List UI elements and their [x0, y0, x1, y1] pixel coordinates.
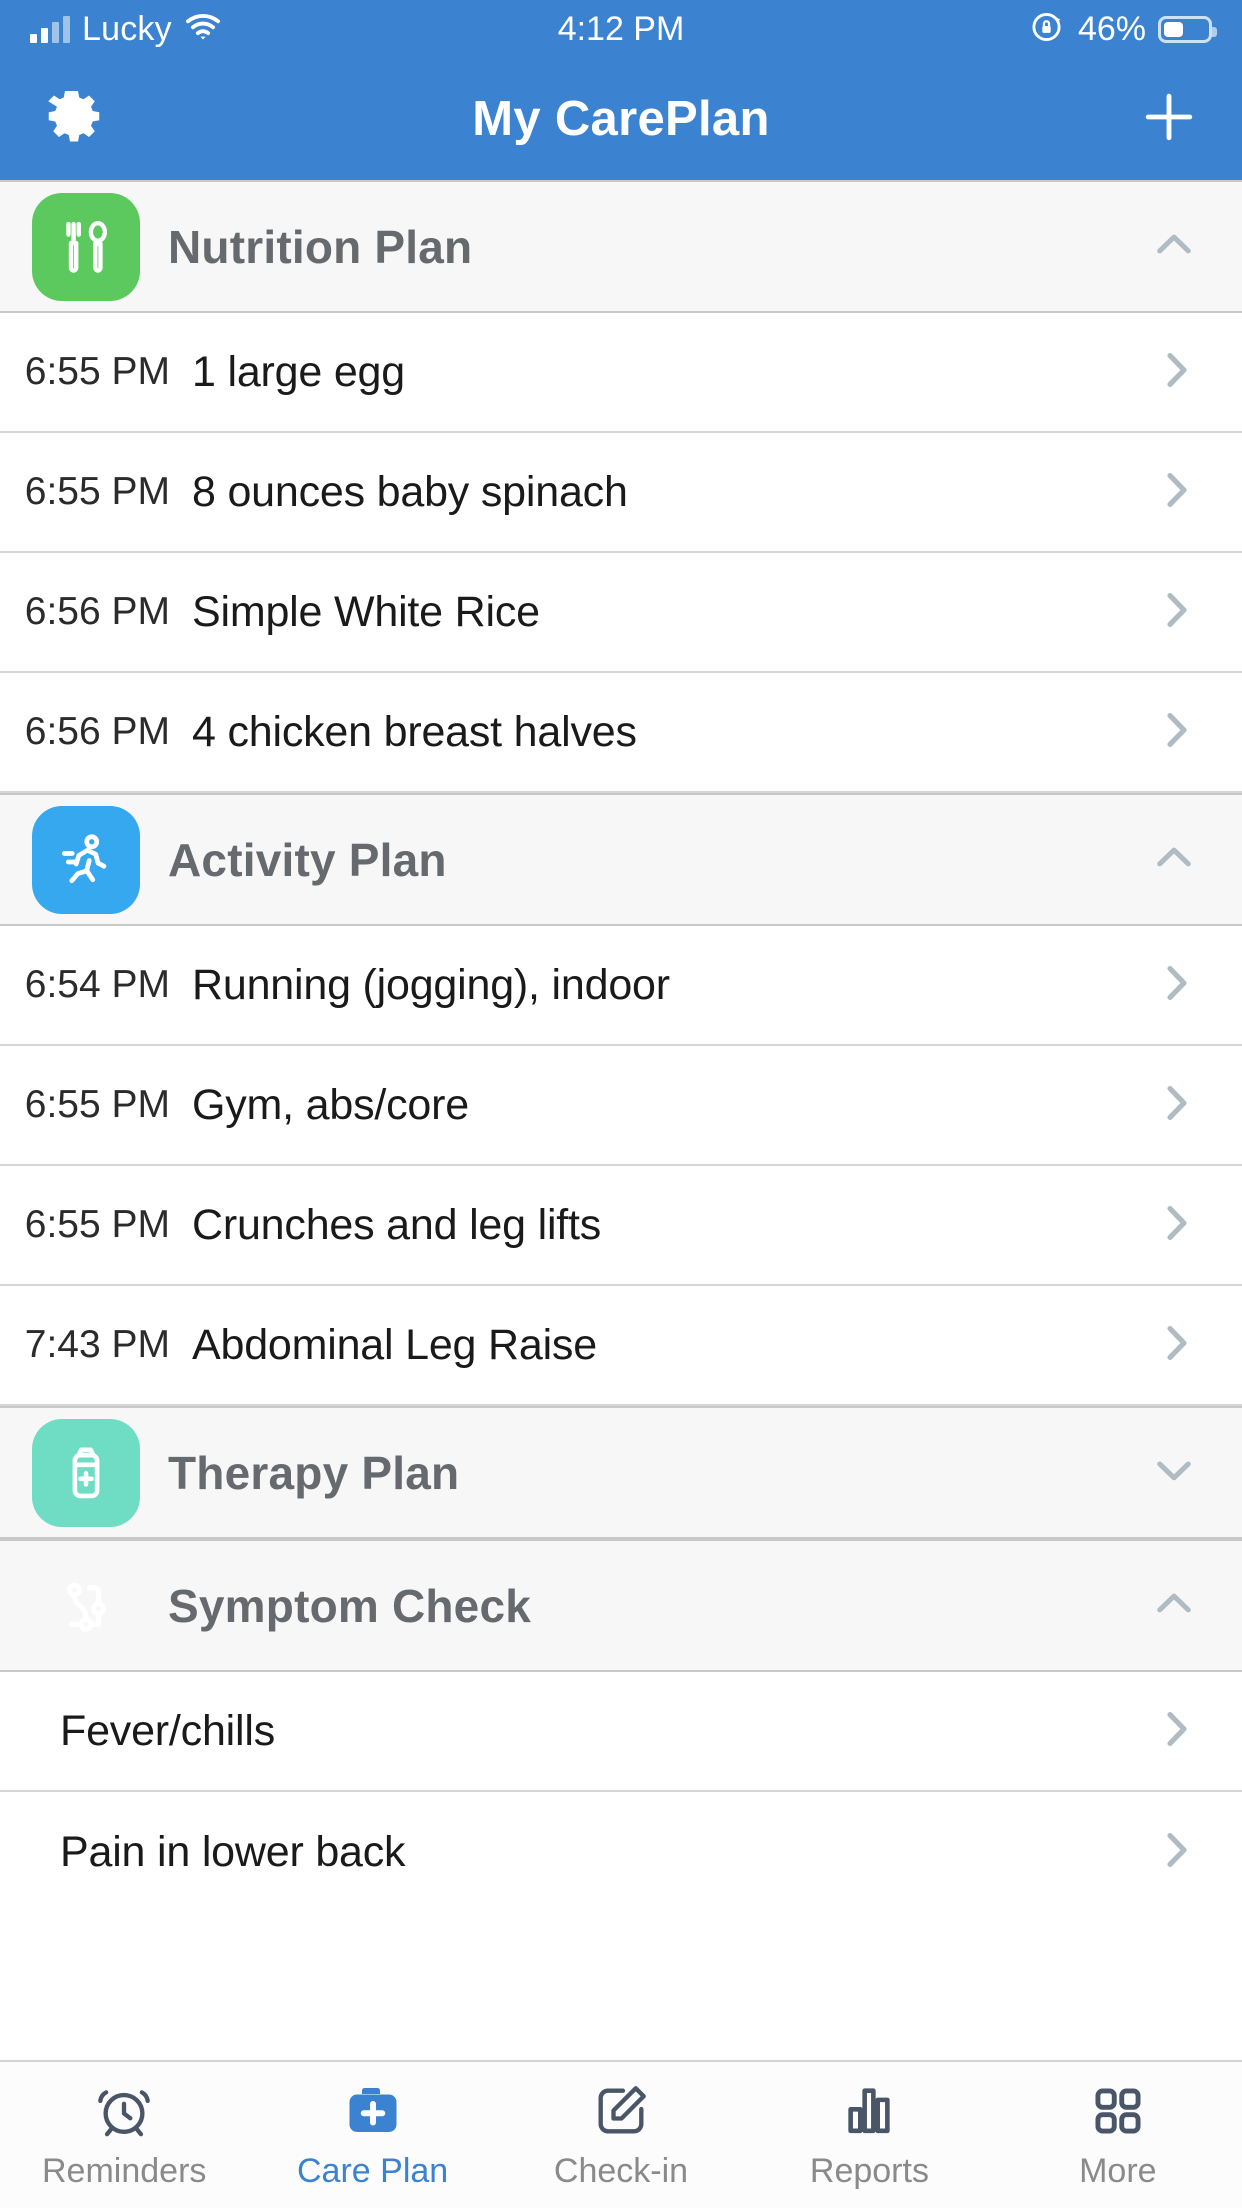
chevron-up-icon[interactable] [1148, 218, 1200, 275]
item-time: 6:55 PM [24, 1083, 170, 1126]
list-item[interactable]: 6:55 PM Crunches and leg lifts [0, 1166, 1242, 1286]
nav-bar: My CarePlan [0, 58, 1242, 180]
item-time: 7:43 PM [24, 1323, 170, 1366]
list-item[interactable]: 7:43 PM Abdominal Leg Raise [0, 1286, 1242, 1406]
bar-chart-icon [840, 2080, 898, 2142]
item-label: Simple White Rice [192, 587, 540, 636]
chevron-right-icon[interactable] [1152, 346, 1200, 399]
list-item[interactable]: 6:56 PM 4 chicken breast halves [0, 673, 1242, 793]
item-time: 6:54 PM [24, 963, 170, 1006]
carrier-label: Lucky [82, 9, 172, 48]
list-item[interactable]: 6:55 PM 1 large egg [0, 313, 1242, 433]
tab-label: More [1079, 2151, 1157, 2190]
section-header-symptom-check[interactable]: Symptom Check [0, 1539, 1242, 1672]
section-header-therapy-plan[interactable]: Therapy Plan [0, 1406, 1242, 1539]
status-bar-left: Lucky [30, 10, 222, 49]
tab-label: Check-in [553, 2151, 689, 2190]
add-button[interactable] [1140, 88, 1198, 151]
tab-label: Reminders [42, 2151, 207, 2190]
rotation-lock-icon [1030, 9, 1066, 50]
care-plan-list[interactable]: Nutrition Plan 6:55 PM 1 large egg 6:55 PM 8… [0, 180, 1242, 2060]
list-item[interactable]: 6:54 PM Running (jogging), indoor [0, 926, 1242, 1046]
item-time: 6:55 PM [24, 1203, 170, 1246]
gear-icon [44, 87, 104, 152]
tab-check-in[interactable]: Check-in [497, 2062, 745, 2208]
bottom-tab-bar: Reminders Care Plan Check-in Reports More [0, 2060, 1242, 2208]
tab-reports[interactable]: Reports [745, 2062, 993, 2208]
edit-pencil-square-icon [592, 2080, 650, 2142]
stethoscope-icon [32, 1552, 140, 1660]
item-label: Fever/chills [60, 1706, 276, 1755]
chevron-right-icon[interactable] [1152, 959, 1200, 1012]
section-header-nutrition-plan[interactable]: Nutrition Plan [0, 180, 1242, 313]
list-item[interactable]: Fever/chills [0, 1672, 1242, 1792]
list-item[interactable]: Pain in lower back [0, 1792, 1242, 1912]
settings-button[interactable] [44, 87, 104, 152]
item-time: 6:55 PM [24, 470, 170, 513]
chevron-right-icon[interactable] [1152, 706, 1200, 759]
item-time: 6:56 PM [24, 710, 170, 753]
status-bar-right: 46% [1030, 9, 1217, 50]
running-person-icon [32, 805, 140, 914]
section-header-activity-plan[interactable]: Activity Plan [0, 793, 1242, 926]
tab-care-plan[interactable]: Care Plan [248, 2062, 496, 2208]
page-title: My CarePlan [472, 92, 770, 146]
item-label: 1 large egg [192, 347, 405, 396]
item-time: 6:56 PM [24, 590, 170, 633]
item-label: Gym, abs/core [192, 1080, 469, 1129]
section-title: Therapy Plan [168, 1446, 460, 1499]
wifi-icon [184, 12, 222, 47]
item-label: Abdominal Leg Raise [192, 1320, 597, 1369]
chevron-right-icon[interactable] [1152, 1705, 1200, 1758]
battery-icon [1158, 15, 1217, 43]
list-item[interactable]: 6:56 PM Simple White Rice [0, 553, 1242, 673]
cellular-bars-icon [30, 15, 70, 43]
medical-briefcase-plus-icon [343, 2080, 403, 2142]
chevron-right-icon[interactable] [1152, 1826, 1200, 1879]
fork-and-spoon-icon [32, 192, 140, 301]
chevron-right-icon[interactable] [1152, 586, 1200, 639]
tab-more[interactable]: More [994, 2062, 1242, 2208]
item-label: Crunches and leg lifts [192, 1200, 602, 1249]
chevron-right-icon[interactable] [1152, 466, 1200, 519]
list-item[interactable]: 6:55 PM Gym, abs/core [0, 1046, 1242, 1166]
item-label: 8 ounces baby spinach [192, 467, 628, 516]
section-title: Symptom Check [168, 1579, 532, 1632]
battery-percent-label: 46% [1077, 9, 1146, 48]
alarm-clock-icon [95, 2080, 153, 2142]
plus-icon [1140, 88, 1198, 151]
medicine-bottle-icon [32, 1418, 140, 1527]
tab-label: Reports [809, 2151, 929, 2190]
item-time: 6:55 PM [24, 350, 170, 393]
grid-squares-icon [1090, 2080, 1146, 2142]
app-screen: Lucky 4:12 PM 46% My CarePlan Nutrition … [0, 0, 1242, 2208]
section-title: Activity Plan [168, 833, 447, 886]
tab-reminders[interactable]: Reminders [0, 2062, 248, 2208]
status-bar: Lucky 4:12 PM 46% [0, 0, 1242, 58]
chevron-right-icon[interactable] [1152, 1199, 1200, 1252]
list-item[interactable]: 6:55 PM 8 ounces baby spinach [0, 433, 1242, 553]
chevron-down-icon[interactable] [1148, 1444, 1200, 1501]
chevron-up-icon[interactable] [1148, 1577, 1200, 1634]
chevron-up-icon[interactable] [1148, 831, 1200, 888]
item-label: 4 chicken breast halves [192, 707, 637, 756]
tab-label: Care Plan [297, 2151, 449, 2190]
chevron-right-icon[interactable] [1152, 1319, 1200, 1372]
item-label: Pain in lower back [60, 1827, 406, 1876]
item-label: Running (jogging), indoor [192, 960, 670, 1009]
chevron-right-icon[interactable] [1152, 1079, 1200, 1132]
section-title: Nutrition Plan [168, 220, 473, 273]
